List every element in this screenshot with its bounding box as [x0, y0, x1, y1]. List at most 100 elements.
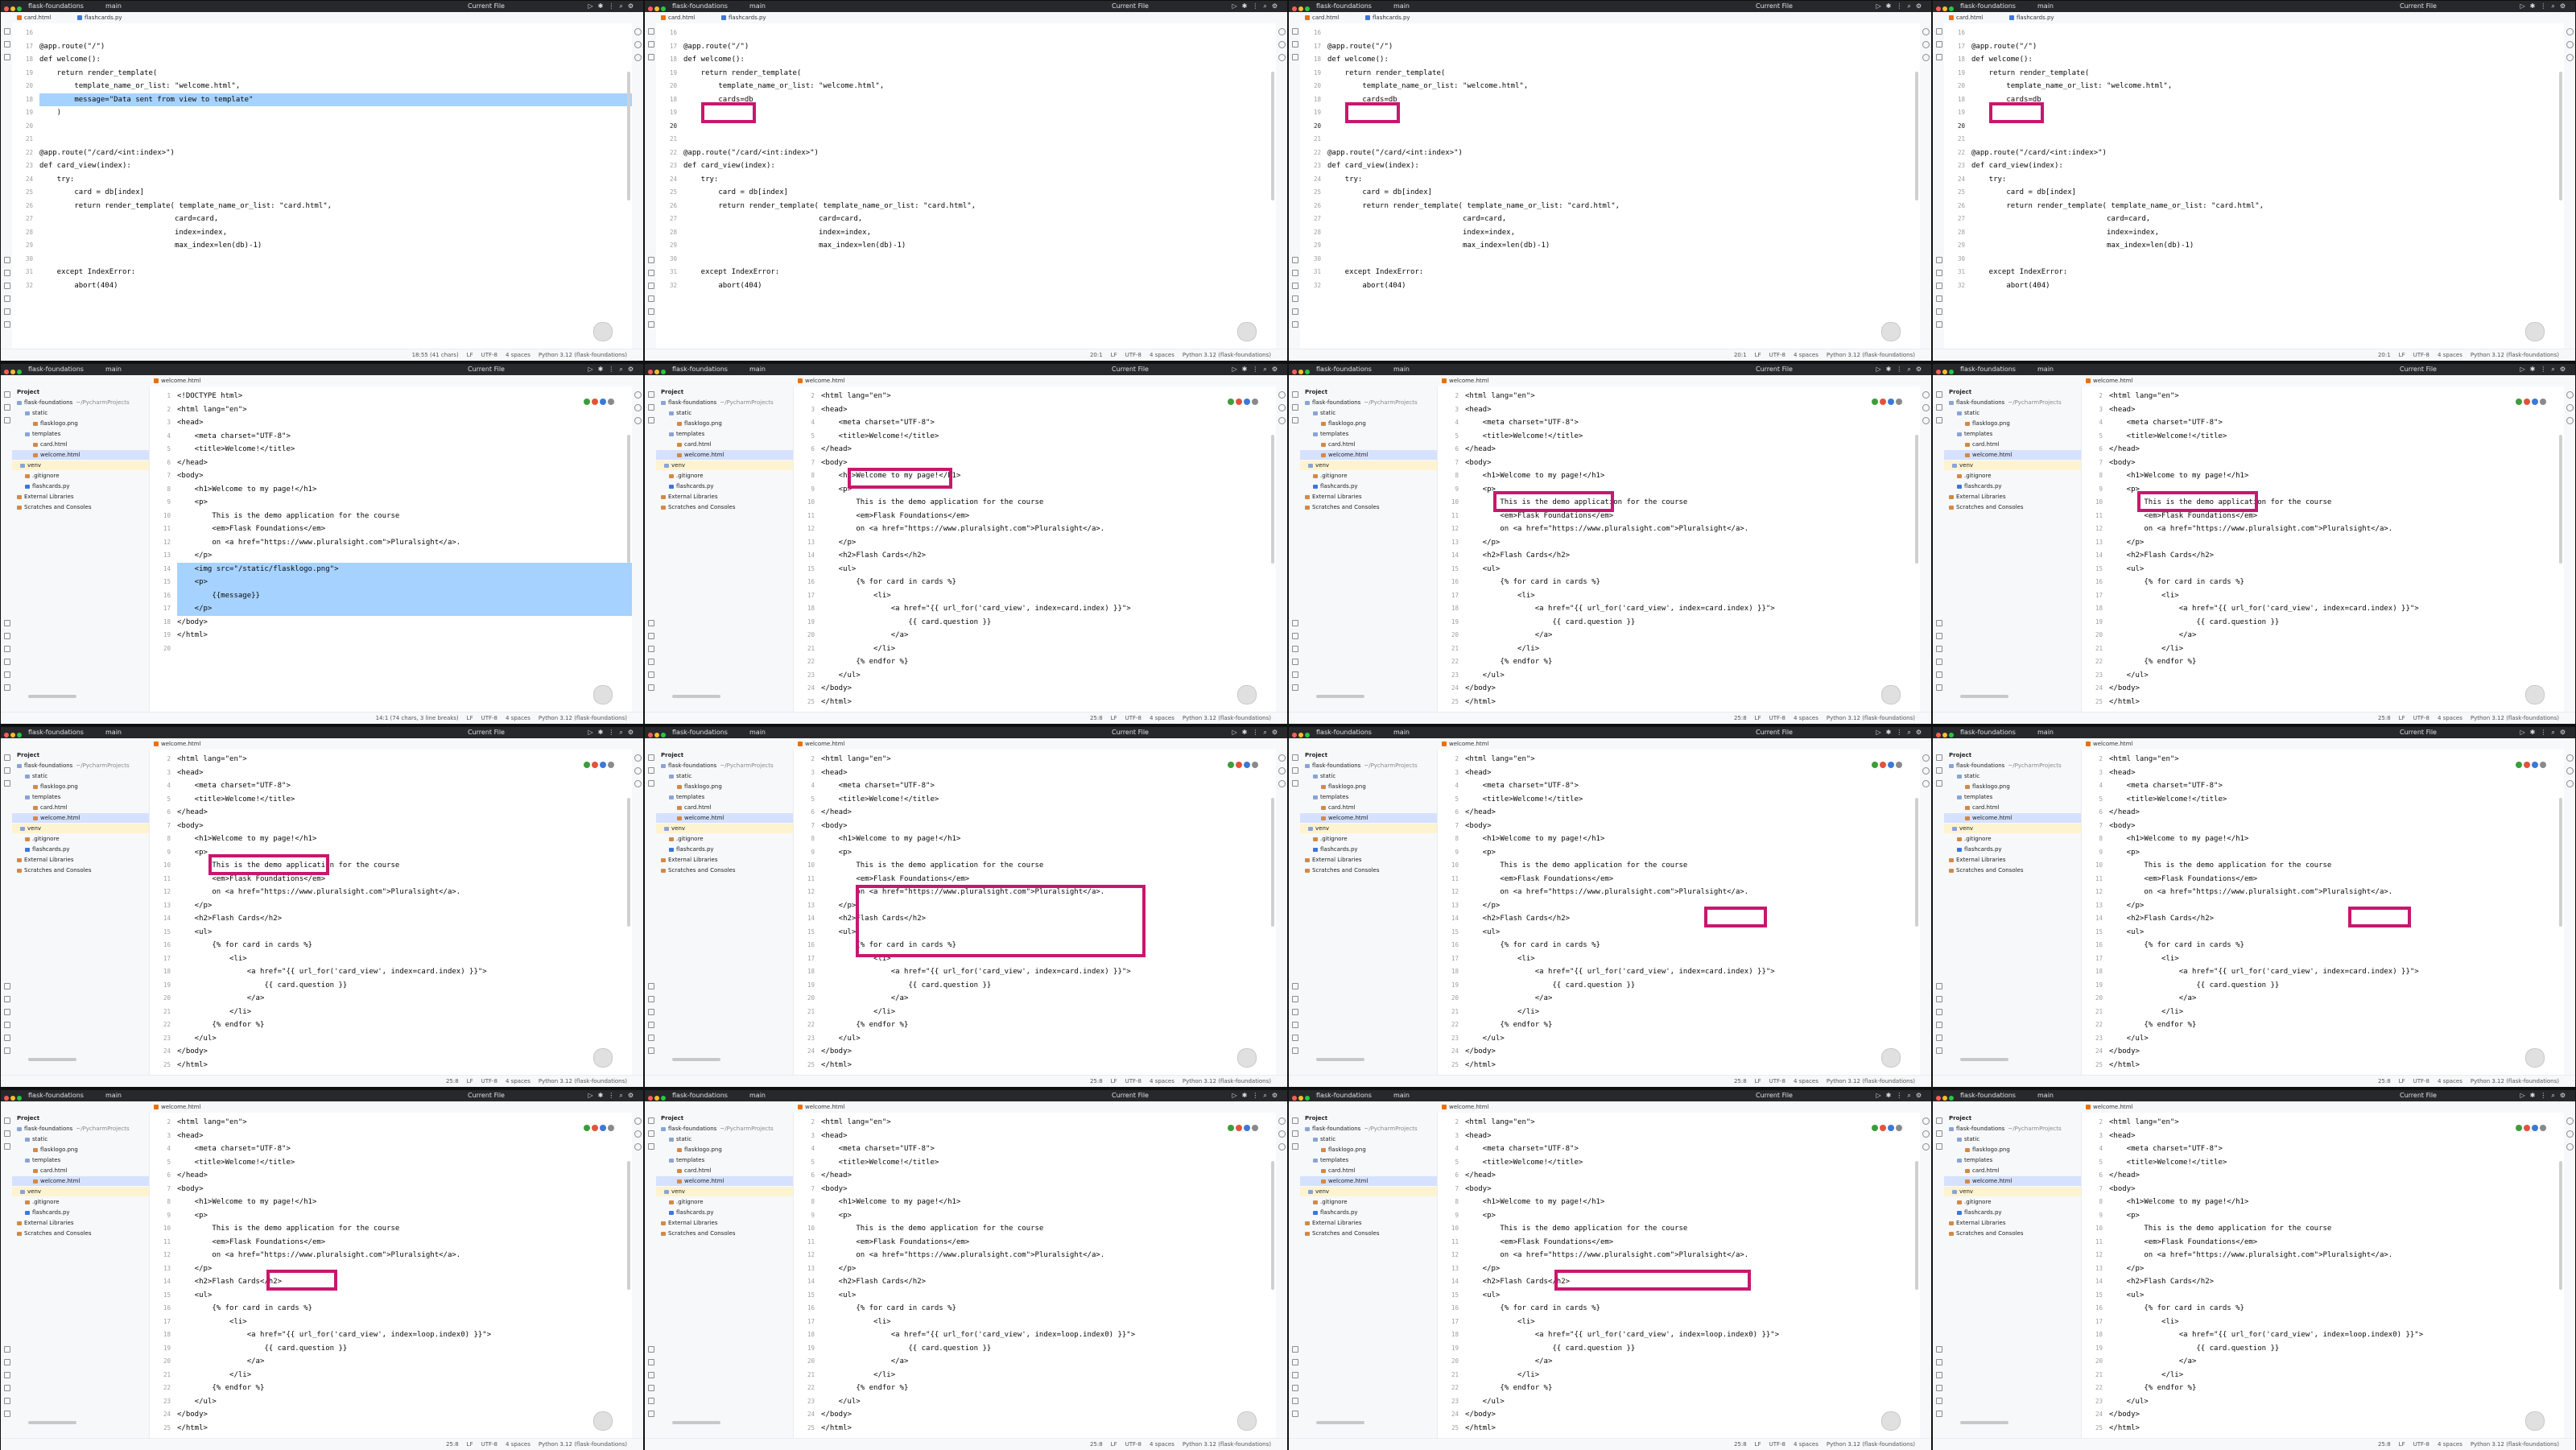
tool-window-icon[interactable]	[4, 54, 10, 60]
project-tree-item[interactable]: venv	[656, 824, 793, 833]
zoom-window-icon[interactable]	[17, 370, 22, 374]
run-icon[interactable]: ▷	[588, 729, 597, 736]
settings-icon[interactable]: ⚙	[2560, 2, 2570, 10]
notification-icon[interactable]	[2566, 1117, 2574, 1125]
status-item[interactable]: Python 3.12 (flask-foundations)	[539, 1078, 627, 1084]
tool-window-icon[interactable]	[4, 633, 10, 639]
tool-window-icon[interactable]	[1936, 1385, 1942, 1391]
browser-icon[interactable]	[1236, 762, 1242, 768]
project-panel-title[interactable]: Project	[1305, 1115, 1327, 1122]
notification-icon[interactable]	[2566, 417, 2574, 424]
code-line[interactable]: </head>	[821, 1169, 852, 1183]
code-line[interactable]: <em>Flask Foundations</em>	[821, 510, 969, 523]
tool-window-icon[interactable]	[4, 1143, 10, 1150]
project-tree-item[interactable]: flashcards.py	[12, 481, 149, 491]
ai-assistant-icon[interactable]	[1881, 322, 1901, 341]
code-line[interactable]: <h1>Welcome to my page!</h1>	[1465, 469, 1605, 483]
code-line[interactable]: <head>	[177, 1130, 204, 1143]
code-line[interactable]: <img src="/static/flasklogo.png">	[177, 562, 632, 576]
code-line[interactable]: <h1>Welcome to my page!</h1>	[2109, 832, 2249, 846]
code-line[interactable]: <h1>Welcome to my page!</h1>	[177, 832, 317, 846]
code-editor[interactable]: 2 3 4 5 6 7 8 9 10 11 12 13 14 15 16 17 18 19 20 21 22 23 24 25…	[1438, 386, 1920, 713]
debug-icon[interactable]: ✱	[1886, 366, 1897, 373]
browser-icon[interactable]	[2516, 1125, 2522, 1131]
code-line[interactable]: </html>	[1465, 696, 1496, 709]
project-tree-item[interactable]: .gitignore	[1300, 471, 1437, 481]
code-line[interactable]: on <a href="https://www.pluralsight.com"…	[177, 886, 460, 899]
project-tree-item[interactable]: Scratches and Consoles	[1300, 865, 1437, 875]
code-line[interactable]: except IndexError:	[1971, 266, 2068, 279]
project-tree-item[interactable]: card.html	[1300, 440, 1437, 449]
status-item[interactable]: UTF-8	[1125, 1441, 1141, 1448]
notification-icon[interactable]	[2566, 404, 2574, 411]
editor-scrollbar[interactable]	[1271, 72, 1274, 200]
code-line[interactable]: This is the demo application for the cou…	[2109, 1222, 2331, 1236]
code-line[interactable]: <p>	[1465, 846, 1496, 860]
project-tree-item[interactable]: flask-foundations ~/PycharmProjects	[12, 1124, 149, 1134]
code-line[interactable]: <body>	[1465, 456, 1492, 470]
project-panel-title[interactable]: Project	[17, 1115, 39, 1122]
project-switcher[interactable]: flask-foundations	[28, 727, 84, 738]
browser-icon[interactable]	[1228, 762, 1234, 768]
settings-icon[interactable]: ⚙	[628, 1092, 638, 1099]
project-tree-item[interactable]: Scratches and Consoles	[12, 865, 149, 875]
status-item[interactable]: Python 3.12 (flask-foundations)	[1827, 715, 1915, 721]
status-item[interactable]: LF	[2399, 1441, 2405, 1448]
code-line[interactable]: <a href="{{ url_for('card_view', index=l…	[1465, 1328, 1779, 1342]
tool-window-icon[interactable]	[1292, 767, 1298, 774]
notification-icon[interactable]	[1278, 417, 1286, 424]
tool-window-icon[interactable]	[1292, 633, 1298, 639]
status-item[interactable]: 4 spaces	[1150, 715, 1174, 721]
code-line[interactable]: <title>Welcome!</title>	[2109, 1156, 2227, 1170]
code-line[interactable]: </a>	[1465, 1355, 1553, 1369]
project-scrollbar[interactable]	[1316, 1058, 1364, 1061]
project-scrollbar[interactable]	[672, 1058, 720, 1061]
ai-assistant-icon[interactable]	[593, 685, 613, 704]
code-line[interactable]: </head>	[1465, 1169, 1496, 1183]
tool-window-icon[interactable]	[648, 1047, 654, 1054]
code-line[interactable]: <li>	[177, 1316, 247, 1329]
tool-window-icon[interactable]	[648, 1385, 654, 1391]
branch-switcher[interactable]: main	[749, 1090, 766, 1101]
tool-window-icon[interactable]	[648, 321, 654, 328]
tool-window-icon[interactable]	[648, 780, 654, 787]
code-line[interactable]: <ul>	[2109, 563, 2145, 576]
tool-window-icon[interactable]	[1936, 321, 1942, 328]
zoom-window-icon[interactable]	[1305, 733, 1310, 737]
branch-switcher[interactable]: main	[1393, 364, 1410, 375]
tool-window-icon[interactable]	[4, 1117, 10, 1124]
code-line[interactable]: </ul>	[2109, 1032, 2149, 1046]
notification-icon[interactable]	[2566, 41, 2574, 48]
code-line[interactable]: return render_template(	[683, 67, 802, 81]
tool-window-icon[interactable]	[648, 1372, 654, 1378]
editor-tab[interactable]: card.html	[658, 12, 699, 23]
code-line[interactable]: card=card,	[683, 213, 862, 226]
code-area[interactable]: <html lang="en"> <head> <meta charset="UT…	[821, 386, 1276, 713]
code-line[interactable]: </p>	[821, 1262, 857, 1276]
branch-switcher[interactable]: main	[749, 364, 766, 375]
project-tree-item[interactable]: card.html	[656, 440, 793, 449]
tool-window-icon[interactable]	[4, 28, 10, 35]
settings-icon[interactable]: ⚙	[1916, 729, 1926, 736]
code-line[interactable]: <em>Flask Foundations</em>	[1465, 1236, 1613, 1250]
project-tree-item[interactable]: External Libraries	[12, 855, 149, 865]
code-line[interactable]: This is the demo application for the cou…	[177, 510, 399, 523]
editor-tab[interactable]: card.html	[14, 12, 55, 23]
status-item[interactable]: UTF-8	[1769, 715, 1785, 721]
code-line[interactable]: </html>	[2109, 696, 2140, 709]
status-item[interactable]: 4 spaces	[2438, 1441, 2462, 1448]
project-tree-item[interactable]: flask-foundations ~/PycharmProjects	[1944, 1124, 2081, 1134]
close-window-icon[interactable]	[1936, 733, 1941, 737]
run-icon[interactable]: ▷	[1232, 366, 1241, 373]
project-tree-item[interactable]: templates	[12, 1155, 149, 1165]
code-line[interactable]: <a href="{{ url_for('card_view', index=l…	[177, 1328, 491, 1342]
tool-window-icon[interactable]	[648, 1398, 654, 1404]
close-window-icon[interactable]	[1292, 733, 1297, 737]
notification-icon[interactable]	[2566, 1130, 2574, 1138]
notification-icon[interactable]	[1278, 780, 1286, 787]
status-item[interactable]: 4 spaces	[506, 1078, 530, 1084]
code-line[interactable]: </p>	[1465, 536, 1501, 550]
browser-icon[interactable]	[592, 1125, 598, 1131]
code-line[interactable]: </a>	[821, 1355, 909, 1369]
zoom-window-icon[interactable]	[17, 733, 22, 737]
